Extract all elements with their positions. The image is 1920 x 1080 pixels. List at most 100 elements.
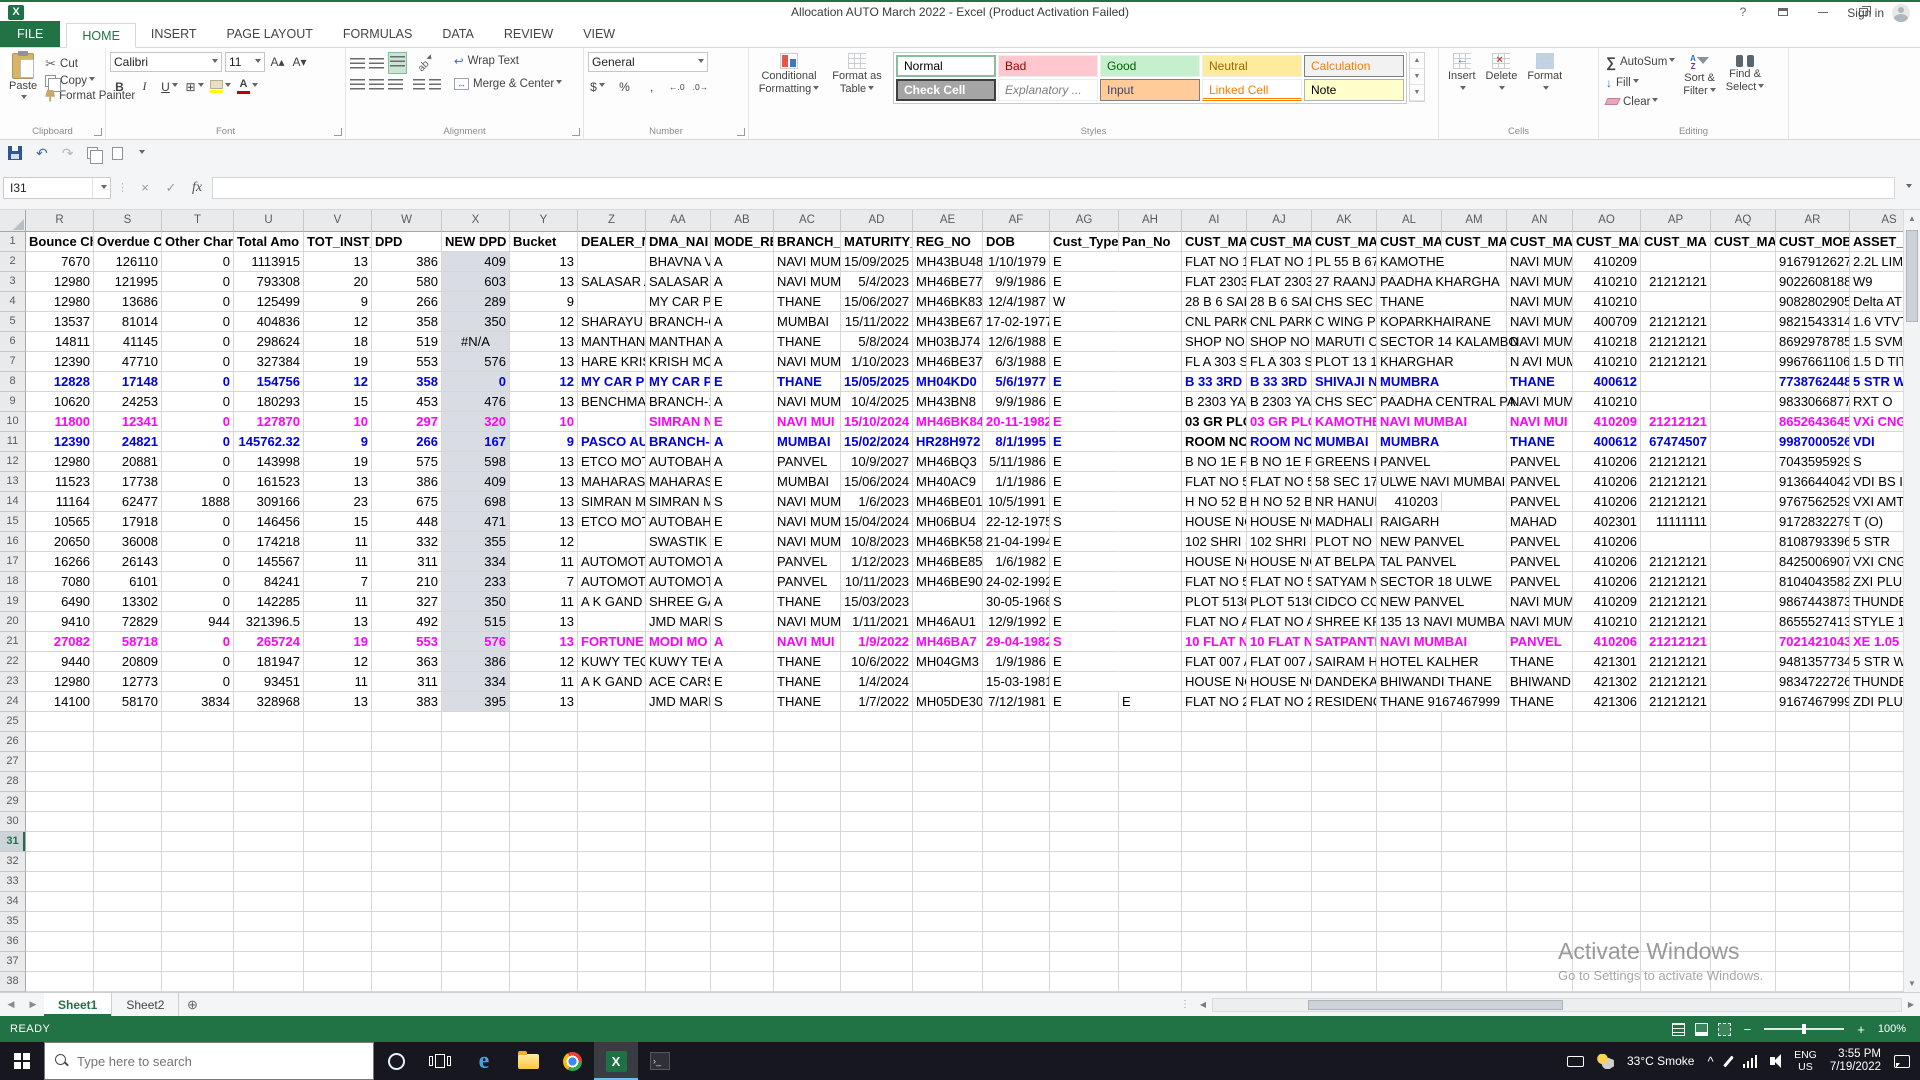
row-header-2[interactable]: 2	[0, 252, 26, 272]
cell-W13[interactable]: 386	[372, 472, 442, 492]
cell-R16[interactable]: 20650	[26, 532, 94, 552]
cell-AH20[interactable]	[1119, 612, 1182, 632]
cell-AP19[interactable]: 21212121	[1641, 592, 1711, 612]
cell-S21[interactable]: 58718	[94, 632, 162, 652]
cell-Z17[interactable]: AUTOMOT	[578, 552, 646, 572]
cell-T8[interactable]: 0	[162, 372, 234, 392]
cell-AH6[interactable]	[1119, 332, 1182, 352]
cell-AK6[interactable]: MARUTI C	[1312, 332, 1377, 352]
shrink-font-button[interactable]: A▾	[290, 53, 309, 72]
cell-T24[interactable]: 3834	[162, 692, 234, 712]
cell-R38[interactable]	[26, 972, 94, 992]
cell-AB32[interactable]	[711, 852, 774, 872]
row-header-31[interactable]: 31	[0, 832, 26, 852]
cell-AC14[interactable]: NAVI MUM	[774, 492, 841, 512]
cell-X28[interactable]	[442, 772, 510, 792]
cell-AK27[interactable]	[1312, 752, 1377, 772]
cell-AC8[interactable]: THANE	[774, 372, 841, 392]
cell-AE32[interactable]	[913, 852, 983, 872]
cell-AI10[interactable]: 03 GR PLO	[1182, 412, 1247, 432]
cell-AQ20[interactable]	[1711, 612, 1776, 632]
col-header-AL[interactable]: AL	[1377, 210, 1442, 232]
undo-icon[interactable]: ↶	[36, 145, 48, 162]
cell-AE25[interactable]	[913, 712, 983, 732]
cell-AQ26[interactable]	[1711, 732, 1776, 752]
row-header-28[interactable]: 28	[0, 772, 26, 792]
vertical-scrollbar[interactable]: ▲ ▼	[1903, 210, 1920, 992]
cell-T9[interactable]: 0	[162, 392, 234, 412]
cell-AQ22[interactable]	[1711, 652, 1776, 672]
cell-AC18[interactable]: PANVEL	[774, 572, 841, 592]
hscroll-left-icon[interactable]: ◀	[1194, 1000, 1212, 1009]
cell-AH21[interactable]	[1119, 632, 1182, 652]
cell-AB23[interactable]: E	[711, 672, 774, 692]
cell-X14[interactable]: 698	[442, 492, 510, 512]
cell-AF16[interactable]: 21-04-1994	[983, 532, 1050, 552]
cell-S30[interactable]	[94, 812, 162, 832]
cell-V38[interactable]	[304, 972, 372, 992]
cell-S12[interactable]: 20881	[94, 452, 162, 472]
cell-AP9[interactable]	[1641, 392, 1711, 412]
cell-AH9[interactable]	[1119, 392, 1182, 412]
cell-AF29[interactable]	[983, 792, 1050, 812]
cell-AA25[interactable]	[646, 712, 711, 732]
row-header-26[interactable]: 26	[0, 732, 26, 752]
tab-formulas[interactable]: FORMULAS	[328, 22, 427, 47]
cell-AF22[interactable]: 1/9/1986	[983, 652, 1050, 672]
cell-AQ14[interactable]	[1711, 492, 1776, 512]
cortana-button[interactable]	[374, 1042, 418, 1080]
row-header-8[interactable]: 8	[0, 372, 26, 392]
cell-AJ21[interactable]: 10 FLAT N	[1247, 632, 1312, 652]
cell-T19[interactable]: 0	[162, 592, 234, 612]
cell-W38[interactable]	[372, 972, 442, 992]
cell-AI3[interactable]: FLAT 2303	[1182, 272, 1247, 292]
cell-AQ11[interactable]	[1711, 432, 1776, 452]
cell-AK26[interactable]	[1312, 732, 1377, 752]
cell-AR12[interactable]: 7043595929	[1776, 452, 1850, 472]
cell-AP3[interactable]: 21212121	[1641, 272, 1711, 292]
cell-AP21[interactable]: 21212121	[1641, 632, 1711, 652]
cell-V6[interactable]: 18	[304, 332, 372, 352]
task-view-button[interactable]	[418, 1042, 462, 1080]
cell-U14[interactable]: 309166	[234, 492, 304, 512]
cell-AN26[interactable]	[1507, 732, 1573, 752]
cell-AD16[interactable]: 10/8/2023	[841, 532, 913, 552]
new-sheet-icon[interactable]: ⊕	[179, 993, 205, 1016]
cell-AO12[interactable]: 410206	[1573, 452, 1641, 472]
cell-AQ27[interactable]	[1711, 752, 1776, 772]
cell-R15[interactable]: 10565	[26, 512, 94, 532]
cell-AF23[interactable]: 15-03-1981	[983, 672, 1050, 692]
cell-AC1[interactable]: BRANCH_	[774, 232, 841, 252]
cell-V21[interactable]: 19	[304, 632, 372, 652]
cell-AH28[interactable]	[1119, 772, 1182, 792]
cell-V15[interactable]: 15	[304, 512, 372, 532]
cell-AL14[interactable]: 410203	[1377, 492, 1442, 512]
cell-AF31[interactable]	[983, 832, 1050, 852]
cell-AN32[interactable]	[1507, 852, 1573, 872]
cell-AI25[interactable]	[1182, 712, 1247, 732]
cell-U19[interactable]: 142285	[234, 592, 304, 612]
cell-W37[interactable]	[372, 952, 442, 972]
cell-AD18[interactable]: 10/11/2023	[841, 572, 913, 592]
cell-R33[interactable]	[26, 872, 94, 892]
cell-Y33[interactable]	[510, 872, 578, 892]
cell-AR30[interactable]	[1776, 812, 1850, 832]
cell-AM11[interactable]	[1442, 432, 1507, 452]
cell-AI28[interactable]	[1182, 772, 1247, 792]
cell-AN20[interactable]: NAVI MUM	[1507, 612, 1573, 632]
cell-AE19[interactable]	[913, 592, 983, 612]
cell-R11[interactable]: 12390	[26, 432, 94, 452]
cell-Y12[interactable]: 13	[510, 452, 578, 472]
cell-AO1[interactable]: CUST_MAI	[1573, 232, 1641, 252]
cell-AI17[interactable]: HOUSE NO	[1182, 552, 1247, 572]
cell-S15[interactable]: 17918	[94, 512, 162, 532]
cell-AM8[interactable]	[1442, 372, 1507, 392]
cell-AP24[interactable]: 21212121	[1641, 692, 1711, 712]
row-header-20[interactable]: 20	[0, 612, 26, 632]
row-header-37[interactable]: 37	[0, 952, 26, 972]
style-tile-normal[interactable]: Normal	[896, 55, 996, 77]
cell-U36[interactable]	[234, 932, 304, 952]
cell-AF30[interactable]	[983, 812, 1050, 832]
zoom-slider-thumb[interactable]	[1802, 1024, 1807, 1034]
cell-AP12[interactable]: 21212121	[1641, 452, 1711, 472]
